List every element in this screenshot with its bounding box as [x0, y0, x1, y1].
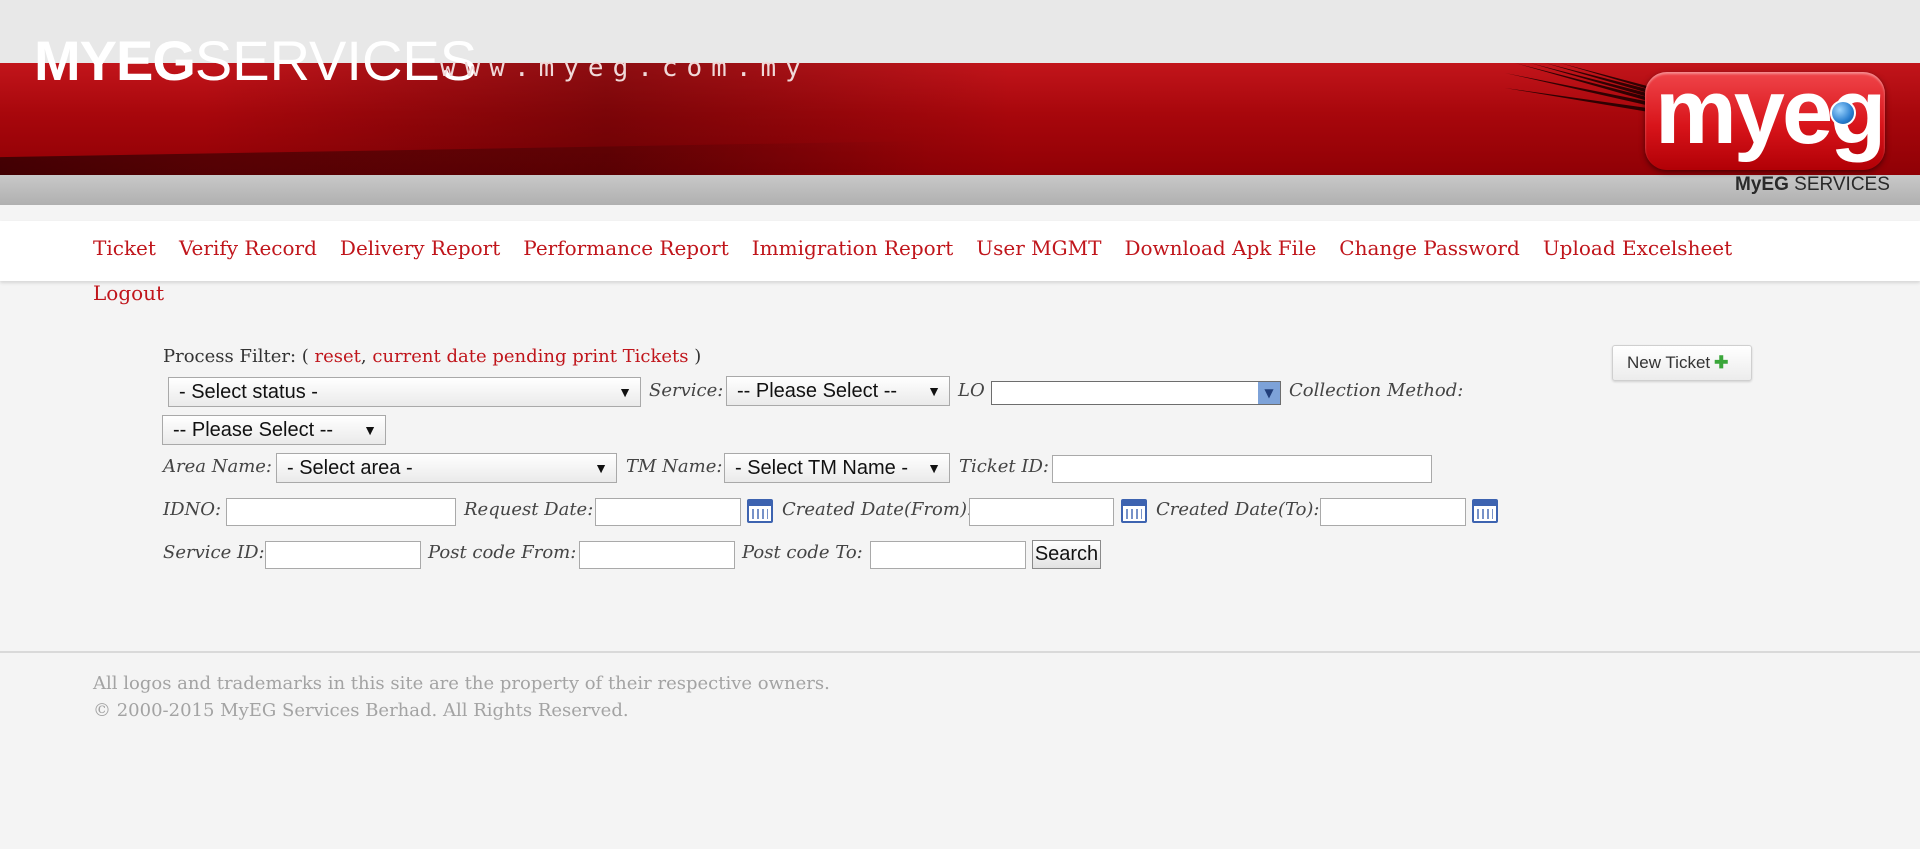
area-select[interactable]: - Select area - ▼: [276, 453, 617, 483]
site-url: www.myeg.com.my: [440, 53, 810, 83]
postcode-to-label: Post code To:: [742, 542, 863, 563]
process-filter-label: Process Filter: ( reset, current date pe…: [163, 346, 702, 367]
dropdown-arrow-icon[interactable]: ▼: [1258, 382, 1280, 404]
postcode-from-input[interactable]: [579, 541, 735, 569]
brand-bold: MYEG: [34, 29, 196, 92]
nav-logout[interactable]: Logout: [93, 281, 164, 305]
request-date-input[interactable]: [595, 498, 741, 526]
collection-method-label: Collection Method:: [1289, 380, 1464, 401]
main-nav: Ticket Verify Record Delivery Report Perfor…: [93, 235, 1893, 261]
nav-download-apk[interactable]: Download Apk File: [1124, 235, 1316, 261]
calendar-icon[interactable]: [1472, 499, 1498, 523]
tm-name-label: TM Name:: [626, 456, 723, 477]
chevron-down-icon: ▼: [594, 460, 608, 476]
plus-icon: ✚: [1714, 353, 1729, 372]
nav-change-password[interactable]: Change Password: [1339, 235, 1520, 261]
nav-immigration-report[interactable]: Immigration Report: [752, 235, 954, 261]
pending-print-link[interactable]: current date pending print Tickets: [372, 346, 688, 367]
brand-light: SERVICES: [194, 29, 478, 92]
created-to-input[interactable]: [1320, 498, 1466, 526]
chevron-down-icon: ▼: [618, 384, 632, 400]
ticket-id-label: Ticket ID:: [959, 456, 1049, 477]
service-id-input[interactable]: [265, 541, 421, 569]
logo-globe-icon: [1830, 100, 1856, 126]
lo-label: LO: [958, 380, 985, 401]
footer-divider: [0, 651, 1920, 653]
chevron-down-icon: ▼: [927, 383, 941, 399]
lo-combobox[interactable]: ▼: [991, 381, 1281, 405]
chevron-down-icon: ▼: [363, 422, 377, 438]
new-ticket-button[interactable]: New Ticket ✚: [1612, 345, 1752, 381]
nav-ticket[interactable]: Ticket: [93, 235, 156, 261]
nav-verify-record[interactable]: Verify Record: [179, 235, 317, 261]
reset-link[interactable]: reset: [315, 346, 361, 367]
postcode-from-label: Post code From:: [428, 542, 577, 563]
calendar-icon[interactable]: [1121, 499, 1147, 523]
ticket-id-input[interactable]: [1052, 455, 1432, 483]
brand-title: MYEGSERVICES: [34, 33, 477, 89]
nav-delivery-report[interactable]: Delivery Report: [340, 235, 500, 261]
footer-copyright: © 2000-2015 MyEG Services Berhad. All Ri…: [93, 700, 629, 721]
nav-performance-report[interactable]: Performance Report: [523, 235, 728, 261]
tm-name-select[interactable]: - Select TM Name - ▼: [724, 453, 950, 483]
search-button[interactable]: Search: [1032, 540, 1101, 569]
service-id-label: Service ID:: [163, 542, 265, 563]
request-date-label: Request Date:: [464, 499, 594, 520]
idno-label: IDNO:: [163, 499, 222, 520]
logo-subtitle: MyEG SERVICES: [1735, 174, 1890, 195]
postcode-to-input[interactable]: [870, 541, 1026, 569]
service-label: Service:: [649, 380, 724, 401]
chevron-down-icon: ▼: [927, 460, 941, 476]
footer-trademarks: All logos and trademarks in this site ar…: [93, 673, 830, 694]
status-select[interactable]: - Select status - ▼: [168, 377, 641, 407]
idno-input[interactable]: [226, 498, 456, 526]
service-select[interactable]: -- Please Select -- ▼: [726, 376, 950, 406]
nav-upload-excelsheet[interactable]: Upload Excelsheet: [1543, 235, 1732, 261]
nav-user-mgmt[interactable]: User MGMT: [976, 235, 1101, 261]
calendar-icon[interactable]: [747, 499, 773, 523]
logo-rays-decoration: [1505, 63, 1655, 113]
area-name-label: Area Name:: [163, 456, 272, 477]
collection-method-select[interactable]: -- Please Select -- ▼: [162, 415, 386, 445]
created-from-label: Created Date(From):: [782, 499, 974, 520]
created-from-input[interactable]: [969, 498, 1114, 526]
created-to-label: Created Date(To):: [1156, 499, 1320, 520]
